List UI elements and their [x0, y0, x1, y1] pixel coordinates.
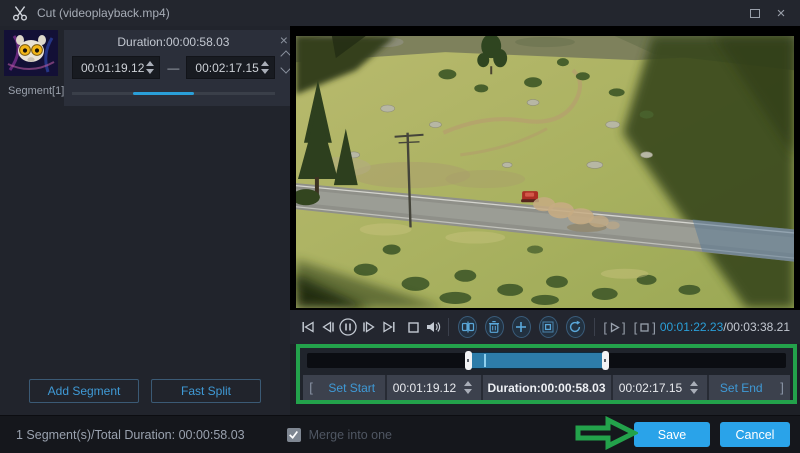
bracket-glyph: [: [603, 320, 607, 335]
check-icon: [288, 429, 299, 440]
video-preview-area: [290, 26, 800, 310]
merge-checkbox-label: Merge into one: [309, 428, 392, 442]
segment-duration-text: Duration:00:00:58.03: [72, 35, 275, 49]
controls-divider: [594, 318, 595, 336]
segment-panel: Segment[1] Duration:00:00:58.03 × 00:01:…: [0, 26, 290, 415]
delete-segment-button[interactable]: [485, 316, 504, 338]
skip-to-start-button[interactable]: [299, 316, 317, 338]
start-bracket-glyph: [: [303, 380, 319, 395]
save-button[interactable]: Save: [634, 422, 710, 447]
segment-start-time-field[interactable]: 00:01:19.12: [72, 56, 160, 79]
crop-button[interactable]: [539, 316, 558, 338]
pause-button[interactable]: [338, 316, 358, 338]
trim-end-time-value: 00:02:17.15: [619, 381, 682, 395]
maximize-button[interactable]: [742, 2, 768, 24]
skip-to-end-button[interactable]: [380, 316, 398, 338]
playback-controls-bar: [ ] [ ] 00:01:22.23/00:03:38.21: [290, 310, 800, 344]
segment-end-time-field[interactable]: 00:02:17.15: [186, 56, 274, 79]
set-start-button[interactable]: Set Start: [319, 381, 385, 395]
time-range-separator: —: [167, 61, 179, 75]
merge-checkbox[interactable]: [287, 428, 301, 442]
segment-thumbnail[interactable]: [4, 30, 58, 76]
trim-value-bar: [ Set Start 00:01:19.12 Duration:00:00:5…: [303, 375, 790, 400]
trim-start-spinner[interactable]: [462, 381, 474, 394]
segment-mini-timeline-range: [133, 92, 194, 95]
set-end-button[interactable]: Set End: [709, 381, 775, 395]
add-segment-button[interactable]: Add Segment: [29, 379, 139, 403]
add-segment-icon-button[interactable]: [512, 316, 531, 338]
volume-button[interactable]: [425, 316, 443, 338]
segment-start-time-value: 00:01:19.12: [81, 61, 144, 75]
trim-controls-section: [ Set Start 00:01:19.12 Duration:00:00:5…: [296, 344, 797, 404]
cut-dialog-window: Cut (videoplayback.mp4) ×: [0, 0, 800, 453]
bracket-glyph: ]: [622, 320, 626, 335]
segment-mini-timeline: [72, 92, 275, 95]
window-title: Cut (videoplayback.mp4): [37, 6, 742, 20]
trim-end-spinner[interactable]: [688, 381, 700, 394]
timeline-playhead[interactable]: [484, 354, 486, 367]
fast-split-button[interactable]: Fast Split: [151, 379, 261, 403]
stop-segment-button[interactable]: [ ]: [634, 320, 656, 335]
segment-card: Duration:00:00:58.03 × 00:01:19.12 —: [64, 30, 295, 106]
cancel-button[interactable]: Cancel: [720, 422, 790, 447]
trim-end-time-field[interactable]: 00:02:17.15: [613, 381, 707, 395]
reset-button[interactable]: [566, 316, 585, 338]
titlebar: Cut (videoplayback.mp4) ×: [0, 0, 800, 26]
controls-divider: [448, 318, 449, 336]
trim-start-handle[interactable]: [465, 351, 472, 370]
window-close-button[interactable]: ×: [768, 2, 794, 24]
end-bracket-glyph: ]: [774, 380, 790, 395]
trim-start-time-value: 00:01:19.12: [393, 381, 456, 395]
video-frame: [296, 36, 794, 308]
timeline-selection-range[interactable]: [470, 352, 604, 369]
trim-start-time-field[interactable]: 00:01:19.12: [387, 381, 481, 395]
segment-end-time-value: 00:02:17.15: [195, 61, 258, 75]
bracket-glyph: [: [634, 320, 638, 335]
step-forward-button[interactable]: [360, 316, 378, 338]
scissors-icon: [12, 5, 28, 21]
trim-timeline[interactable]: [307, 353, 786, 368]
trim-duration-text: Duration:00:00:58.03: [483, 381, 611, 395]
elapsed-time: 00:01:22.23: [660, 320, 723, 334]
split-button[interactable]: [458, 316, 477, 338]
stop-button[interactable]: [405, 316, 423, 338]
segment-close-icon[interactable]: ×: [277, 33, 291, 47]
total-time: /00:03:38.21: [723, 320, 790, 334]
playback-time-display: 00:01:22.23/00:03:38.21: [660, 320, 792, 334]
segment-start-spinner[interactable]: [144, 61, 156, 74]
segments-status-text: 1 Segment(s)/Total Duration: 00:00:58.03: [16, 428, 245, 442]
footer-bar: 1 Segment(s)/Total Duration: 00:00:58.03…: [0, 415, 800, 453]
maximize-icon: [750, 9, 760, 18]
segment-label: Segment[1]: [4, 85, 64, 97]
play-segment-button[interactable]: [ ]: [603, 320, 625, 335]
bracket-glyph: ]: [652, 320, 656, 335]
segment-end-spinner[interactable]: [259, 61, 271, 74]
step-backward-button[interactable]: [319, 316, 337, 338]
trim-end-handle[interactable]: [602, 351, 609, 370]
